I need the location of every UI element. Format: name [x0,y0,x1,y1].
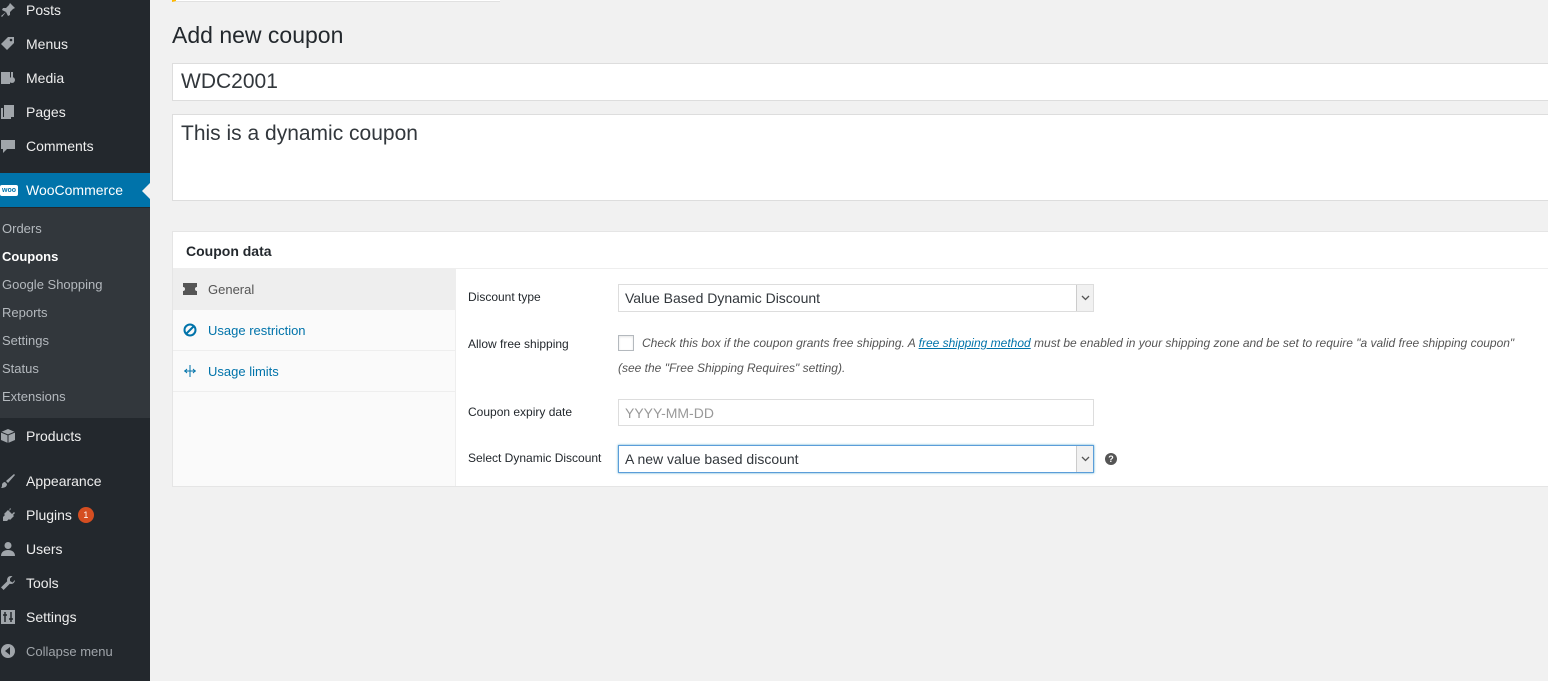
sidebar-item-tools[interactable]: Tools [0,566,150,600]
sidebar-item-label: Products [26,428,82,444]
tab-label: General [208,281,255,297]
sidebar-item-label: Comments [26,138,94,154]
comment-icon [0,138,26,154]
free-shipping-method-link[interactable]: free shipping method [919,336,1031,350]
description-text: must be enabled in your shipping zone an… [1030,336,1515,350]
sidebar-item-label: Media [26,70,65,86]
sidebar-item-label: Pages [26,104,66,120]
submenu-item-google-shopping[interactable]: Google Shopping [2,275,102,295]
sidebar-item-label: Appearance [26,473,102,489]
pages-icon [0,104,26,120]
pushpin-icon [0,2,26,18]
tab-label: Usage limits [208,363,279,379]
coupon-data-panel: Coupon data General Usage restriction Us… [172,231,1548,487]
chevron-down-icon [1076,446,1093,472]
sidebar-item-posts[interactable]: Posts [0,0,150,27]
plugin-icon [0,507,26,523]
sidebar-item-label: Posts [26,2,62,18]
sidebar-item-products[interactable]: Products [0,419,150,453]
help-tip-icon[interactable]: ? [1105,453,1117,465]
coupon-code-input[interactable] [172,63,1548,101]
submenu-item-reports[interactable]: Reports [2,303,48,323]
sidebar-item-label: Plugins [26,507,72,523]
coupon-data-tabs: General Usage restriction Usage limits [173,269,456,486]
sidebar-item-label: Settings [26,609,77,625]
description-text: Check this box if the coupon grants free… [642,336,919,350]
brush-icon [0,473,26,489]
submenu-item-status[interactable]: Status [2,359,39,379]
sidebar-item-label: Menus [26,36,69,52]
sidebar-item-pages[interactable]: Pages [0,95,150,129]
tab-general[interactable]: General [173,269,455,310]
submenu-item-settings[interactable]: Settings [2,331,49,351]
ticket-icon [183,283,208,295]
wrench-icon [0,575,26,591]
collapse-menu-label: Collapse menu [26,643,113,659]
dynamic-discount-value: A new value based discount [625,451,799,467]
sidebar-item-appearance[interactable]: Appearance [0,464,150,498]
submenu-item-orders[interactable]: Orders [2,219,42,239]
expiry-date-input[interactable] [618,399,1094,426]
sidebar-item-label: WooCommerce [26,182,123,198]
sidebar-item-plugins[interactable]: Plugins 1 [0,498,150,532]
free-shipping-label: Allow free shipping [468,337,569,351]
sidebar-item-label: Users [26,541,63,557]
admin-notice [172,0,500,2]
prohibited-icon [183,323,208,337]
sidebar-item-settings[interactable]: Settings [0,600,150,634]
discount-type-label: Discount type [468,290,541,304]
tag-icon [0,36,26,52]
admin-sidebar: Posts Menus Media Pages Comments woo Woo… [0,0,150,681]
sidebar-item-media[interactable]: Media [0,61,150,95]
discount-type-value: Value Based Dynamic Discount [625,290,821,306]
box-icon [0,428,26,444]
general-options-panel: Discount type Value Based Dynamic Discou… [457,269,1548,486]
sidebar-item-label: Tools [26,575,59,591]
sidebar-item-comments[interactable]: Comments [0,129,150,163]
collapse-menu-button[interactable]: Collapse menu [0,634,150,668]
coupon-data-title: Coupon data [173,232,1548,269]
submenu-item-coupons[interactable]: Coupons [2,247,58,267]
free-shipping-checkbox[interactable] [618,335,634,351]
tab-usage-limits[interactable]: Usage limits [173,351,455,392]
free-shipping-description: Check this box if the coupon grants free… [642,336,1514,350]
submenu-item-extensions[interactable]: Extensions [2,387,66,407]
tab-label: Usage restriction [208,322,306,338]
sidebar-item-woocommerce[interactable]: woo WooCommerce [0,173,150,207]
woo-icon: woo [0,184,18,196]
user-icon [0,541,26,557]
tab-usage-restriction[interactable]: Usage restriction [173,310,455,351]
page-title: Add new coupon [172,22,344,48]
chevron-down-icon [1076,285,1093,311]
collapse-arrow-icon [0,643,26,659]
sidebar-item-menus[interactable]: Menus [0,27,150,61]
dynamic-discount-select[interactable]: A new value based discount [618,445,1094,473]
free-shipping-note: (see the "Free Shipping Requires" settin… [618,361,846,375]
woocommerce-submenu: Orders Coupons Google Shopping Reports S… [0,208,150,418]
dynamic-discount-label: Select Dynamic Discount [468,451,602,465]
discount-type-select[interactable]: Value Based Dynamic Discount [618,284,1094,312]
update-count-badge: 1 [77,507,94,523]
expiry-date-label: Coupon expiry date [468,405,573,419]
sliders-icon [0,609,26,625]
media-icon [0,70,26,86]
coupon-description-textarea[interactable]: This is a dynamic coupon [172,114,1548,201]
sidebar-item-users[interactable]: Users [0,532,150,566]
limits-icon [183,364,208,378]
